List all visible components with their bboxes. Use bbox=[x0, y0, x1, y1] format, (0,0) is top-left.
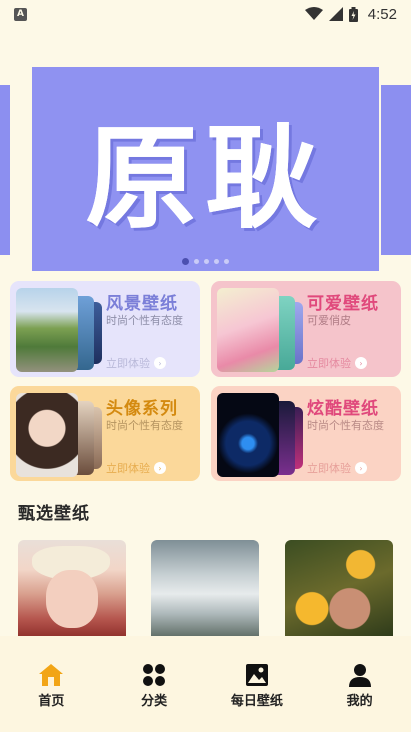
cool-thumbnail bbox=[217, 393, 307, 477]
cta-label: 立即体验 bbox=[106, 357, 150, 370]
cta-label: 立即体验 bbox=[307, 357, 351, 370]
grid-icon bbox=[141, 662, 167, 688]
banner-prev-peek bbox=[0, 85, 10, 255]
landscape-thumbnail bbox=[16, 288, 106, 372]
banner-slide[interactable]: 原耿 bbox=[32, 67, 379, 271]
image-icon bbox=[244, 662, 270, 688]
card-subtitle: 时尚个性有态度 bbox=[307, 419, 384, 432]
category-card-cute[interactable]: 可爱壁纸 可爱俏皮 立即体验 › bbox=[211, 281, 401, 377]
chevron-right-icon: › bbox=[355, 462, 367, 474]
card-subtitle: 可爱俏皮 bbox=[307, 314, 351, 327]
carousel-dot bbox=[194, 259, 199, 264]
banner-next-peek bbox=[381, 85, 411, 255]
card-subtitle: 时尚个性有态度 bbox=[106, 314, 183, 327]
category-card-cool[interactable]: 炫酷壁纸 时尚个性有态度 立即体验 › bbox=[211, 386, 401, 481]
status-right: 4:52 bbox=[304, 5, 397, 23]
try-now-button[interactable]: 立即体验 › bbox=[307, 460, 367, 476]
category-card-avatar[interactable]: 头像系列 时尚个性有态度 立即体验 › bbox=[10, 386, 200, 481]
carousel-dot-active bbox=[182, 258, 189, 265]
status-time: 4:52 bbox=[367, 5, 397, 23]
chevron-right-icon: › bbox=[154, 357, 166, 369]
cta-label: 立即体验 bbox=[106, 462, 150, 475]
carousel-dot bbox=[214, 259, 219, 264]
nav-label: 分类 bbox=[141, 694, 168, 709]
person-icon bbox=[347, 662, 373, 688]
card-title: 头像系列 bbox=[106, 399, 178, 419]
card-title: 炫酷壁纸 bbox=[307, 399, 379, 419]
chevron-right-icon: › bbox=[355, 357, 367, 369]
bottom-nav: 首页 分类 每日壁纸 我的 bbox=[0, 636, 411, 732]
avatar-thumbnail bbox=[16, 393, 106, 477]
try-now-button[interactable]: 立即体验 › bbox=[106, 460, 166, 476]
status-bar: A 4:52 bbox=[0, 0, 411, 28]
battery-icon bbox=[348, 6, 358, 22]
nav-label: 每日壁纸 bbox=[230, 694, 283, 709]
cta-label: 立即体验 bbox=[307, 462, 351, 475]
carousel-indicator bbox=[0, 258, 411, 265]
featured-wallpaper-clouds[interactable] bbox=[151, 540, 259, 638]
a-icon: A bbox=[14, 7, 27, 21]
featured-wallpaper-portrait[interactable] bbox=[18, 540, 126, 638]
section-title-featured: 甄选壁纸 bbox=[18, 504, 90, 524]
carousel-dot bbox=[224, 259, 229, 264]
banner-title: 原耿 bbox=[85, 113, 326, 244]
face-shape bbox=[46, 570, 98, 628]
wifi-icon bbox=[304, 7, 323, 20]
try-now-button[interactable]: 立即体验 › bbox=[106, 355, 166, 371]
status-left: A bbox=[14, 7, 27, 21]
nav-daily-wallpaper[interactable]: 每日壁纸 bbox=[212, 662, 302, 732]
card-title: 风景壁纸 bbox=[106, 294, 178, 314]
category-card-landscape[interactable]: 风景壁纸 时尚个性有态度 立即体验 › bbox=[10, 281, 200, 377]
nav-category[interactable]: 分类 bbox=[109, 662, 199, 732]
featured-wallpaper-flowers[interactable] bbox=[285, 540, 393, 638]
signal-icon bbox=[328, 7, 343, 21]
banner-carousel[interactable]: 原耿 bbox=[0, 67, 411, 271]
try-now-button[interactable]: 立即体验 › bbox=[307, 355, 367, 371]
nav-label: 我的 bbox=[346, 694, 373, 709]
chevron-right-icon: › bbox=[154, 462, 166, 474]
nav-home[interactable]: 首页 bbox=[6, 662, 96, 732]
nav-label: 首页 bbox=[38, 694, 65, 709]
carousel-dot bbox=[204, 259, 209, 264]
home-icon bbox=[38, 662, 64, 688]
card-title: 可爱壁纸 bbox=[307, 294, 379, 314]
nav-profile[interactable]: 我的 bbox=[315, 662, 405, 732]
card-subtitle: 时尚个性有态度 bbox=[106, 419, 183, 432]
cute-thumbnail bbox=[217, 288, 307, 372]
